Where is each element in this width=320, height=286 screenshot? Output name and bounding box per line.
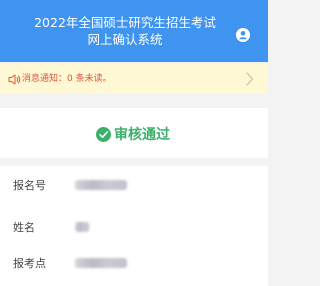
notification-text: 消息通知：0 条未读。 xyxy=(22,74,112,84)
registration-number-value-redacted xyxy=(75,180,127,190)
app-header: 2022年全国硕士研究生招生考试 网上确认系统 xyxy=(0,0,268,62)
exam-site-value-redacted xyxy=(75,258,127,268)
review-status-text: 审核通过 xyxy=(114,126,170,143)
info-row-exam-site: 报考点 xyxy=(0,252,268,276)
review-status: 审核通过 xyxy=(96,124,170,143)
page-title: 2022年全国硕士研究生招生考试 网上确认系统 xyxy=(30,14,220,48)
user-circle-icon[interactable] xyxy=(236,28,250,42)
page-title-line1: 2022年全国硕士研究生招生考试 xyxy=(34,15,216,30)
name-value-redacted xyxy=(75,222,89,232)
notification-bar[interactable]: 消息通知：0 条未读。 xyxy=(0,64,268,94)
check-circle-icon xyxy=(96,127,111,142)
applicant-info-panel: 报名号 姓名 报考点 xyxy=(0,166,268,286)
chevron-right-icon[interactable] xyxy=(245,72,254,86)
exam-site-label: 报考点 xyxy=(13,257,46,270)
info-row-name: 姓名 xyxy=(0,216,268,240)
registration-number-label: 报名号 xyxy=(13,179,46,192)
info-row-registration-number: 报名号 xyxy=(0,174,268,198)
speaker-icon xyxy=(8,74,21,85)
review-status-panel: 审核通过 xyxy=(0,108,268,158)
page-title-line2: 网上确认系统 xyxy=(87,32,163,47)
name-label: 姓名 xyxy=(13,221,35,234)
